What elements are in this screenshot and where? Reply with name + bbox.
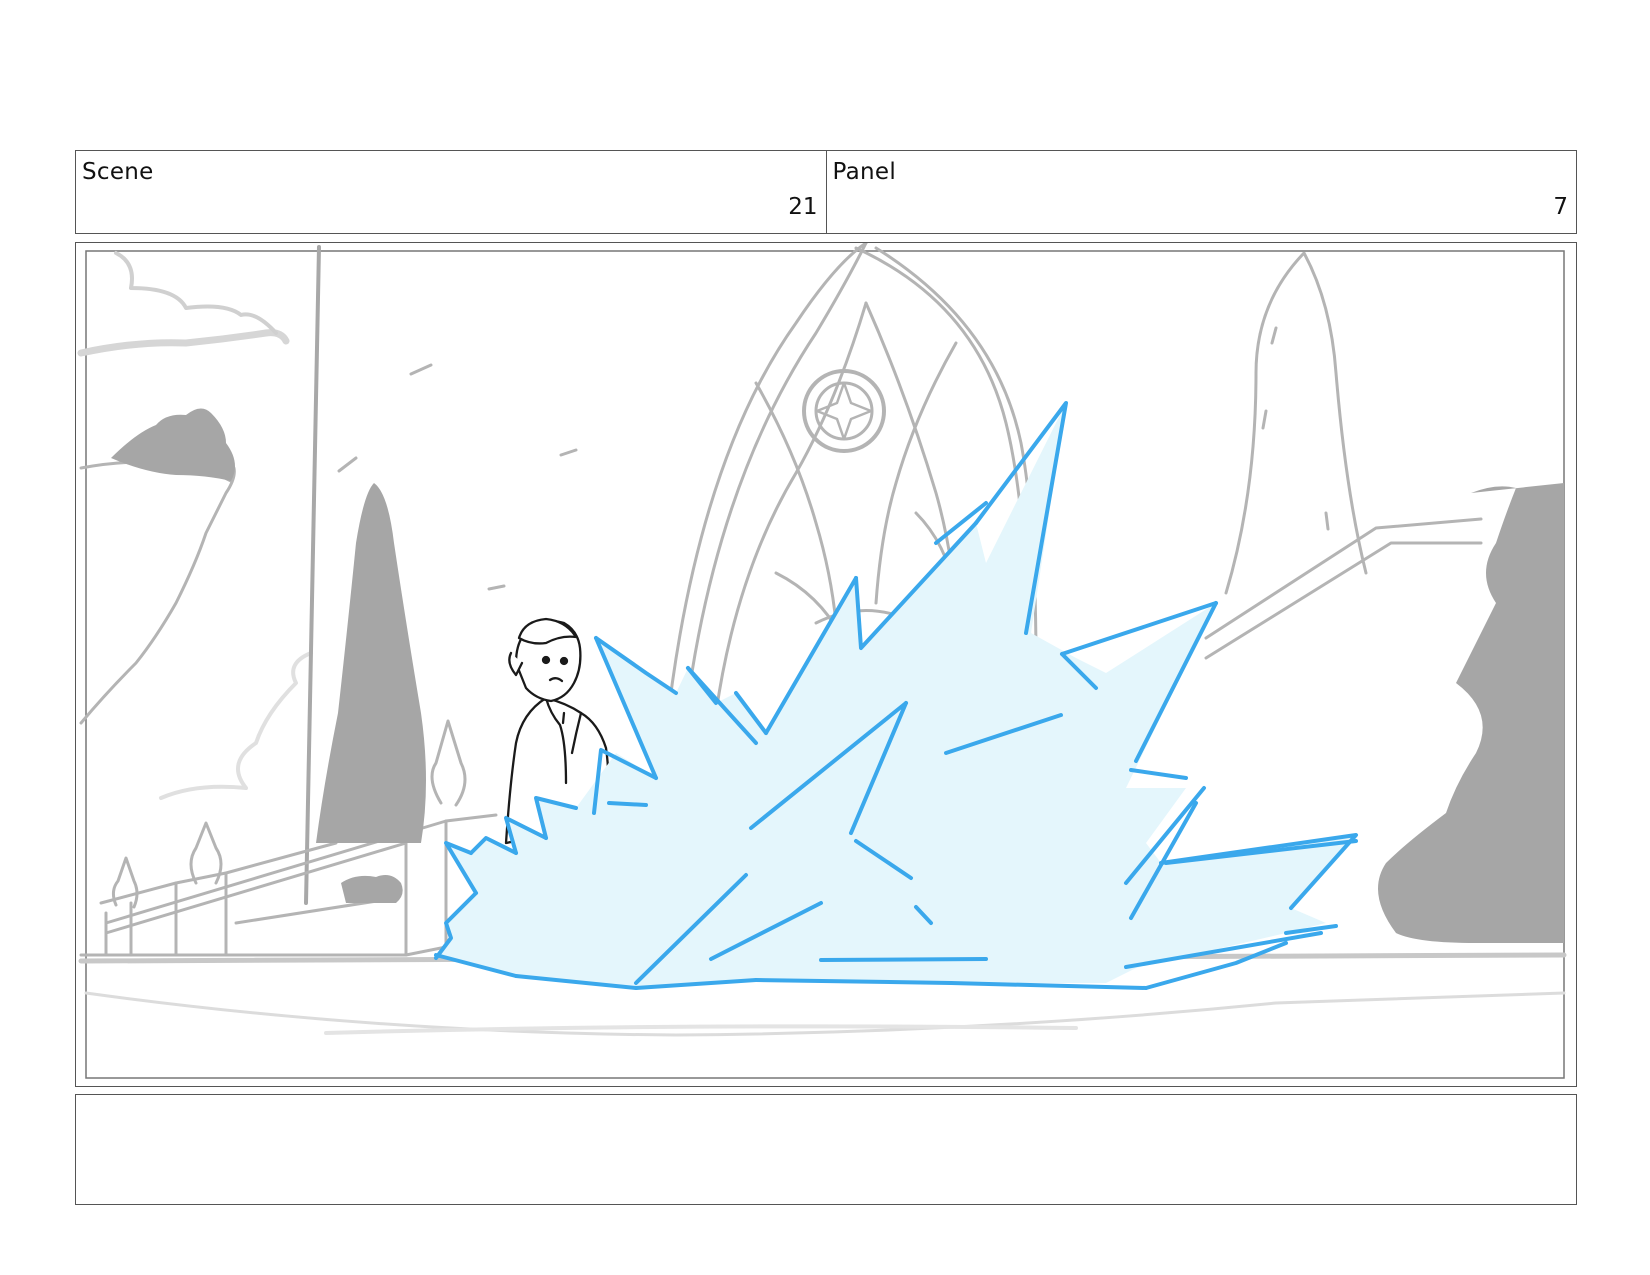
scene-label: Scene — [82, 159, 154, 185]
scene-cell: Scene 21 — [76, 151, 826, 233]
panel-cell: Panel 7 — [825, 151, 1577, 233]
storyboard-frame — [75, 242, 1577, 1087]
panel-notes-box — [75, 1094, 1577, 1205]
panel-header: Scene 21 Panel 7 — [75, 150, 1577, 234]
ice-burst — [434, 401, 1358, 990]
panel-label: Panel — [832, 159, 897, 185]
scene-number: 21 — [788, 194, 818, 220]
storyboard-sketch — [77, 243, 1567, 1079]
panel-number: 7 — [1553, 194, 1568, 220]
